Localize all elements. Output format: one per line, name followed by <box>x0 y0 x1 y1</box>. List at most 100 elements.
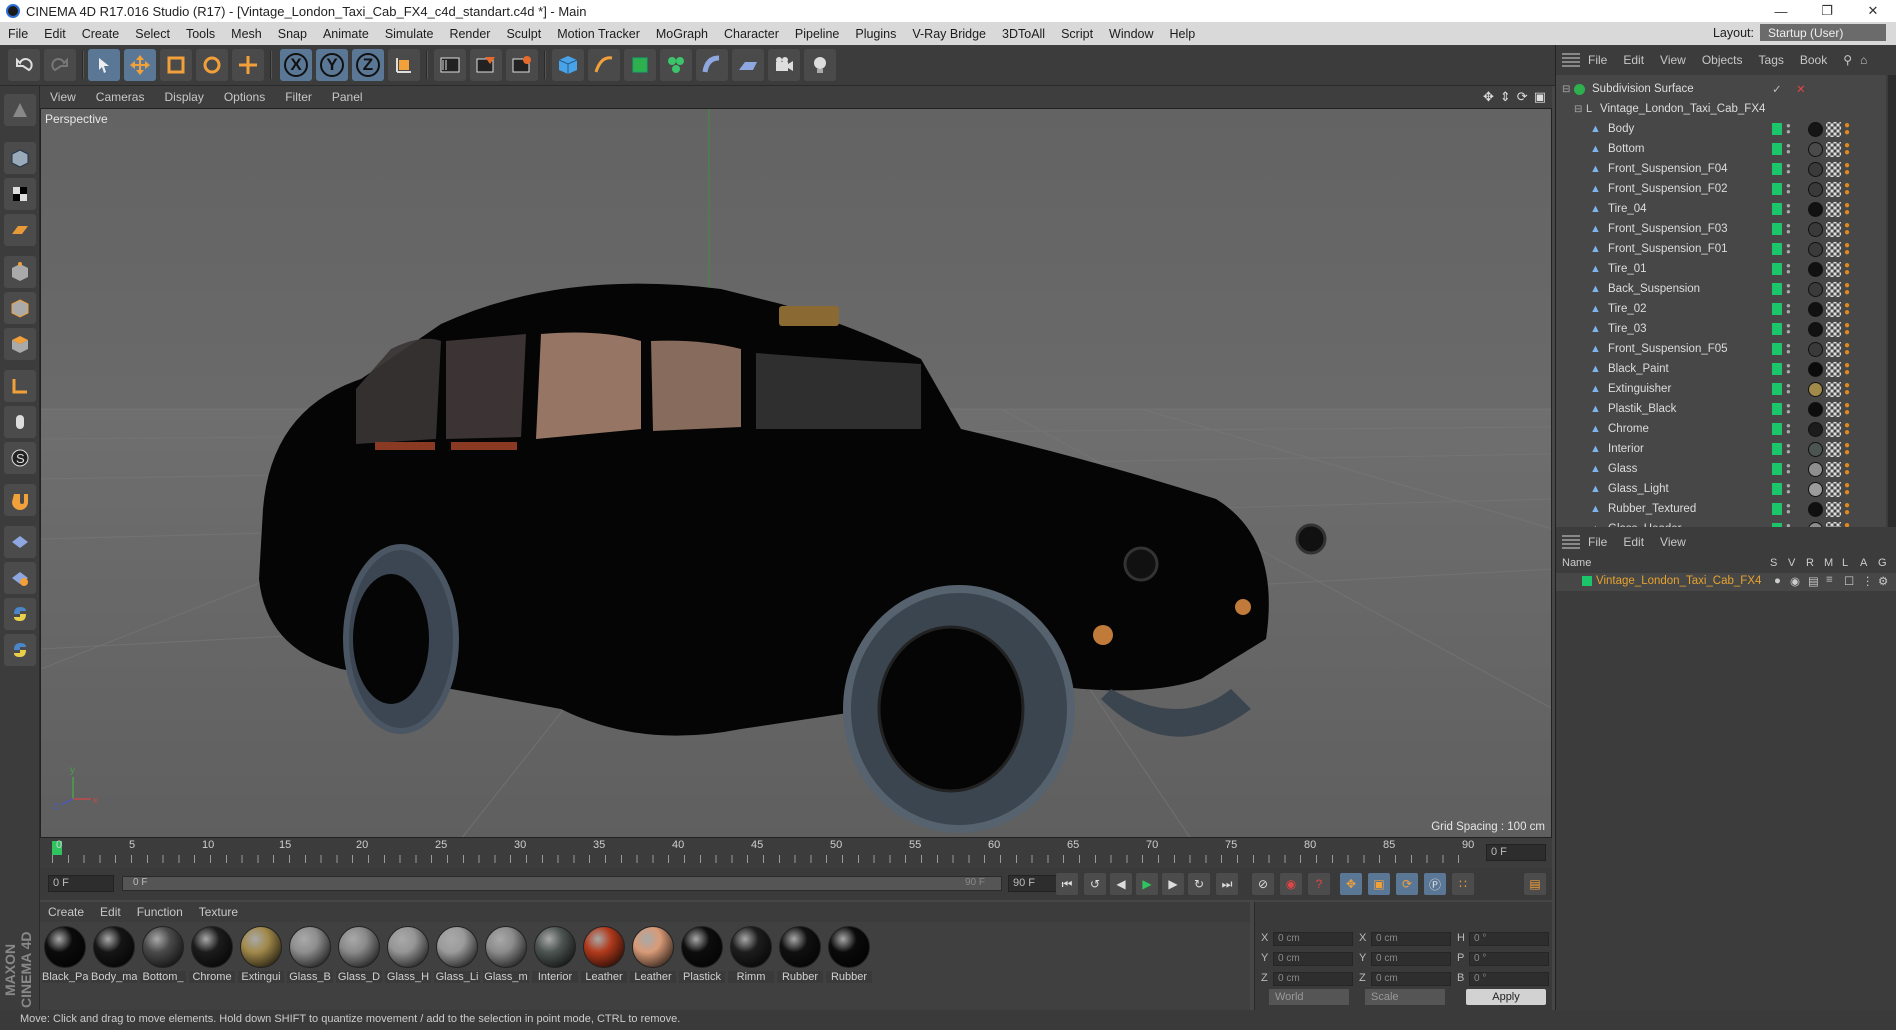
visibility-dots-icon[interactable]: ●● <box>1786 342 1791 356</box>
render-icon[interactable]: ▤ <box>1808 574 1819 588</box>
edges-mode-icon[interactable] <box>4 292 36 324</box>
object-row-subdivision-surface[interactable]: ⊟ Subdivision Surface ✓ ✕ <box>1556 79 1886 99</box>
visibility-dots-icon[interactable]: ●● <box>1786 362 1791 376</box>
home-icon[interactable]: ⌂ <box>1860 53 1867 67</box>
material-item[interactable]: Plastick <box>679 926 725 984</box>
object-row[interactable]: ▲ Front_Suspension_F04 ● ● ● ● <box>1556 159 1886 179</box>
generator-icon[interactable]: ⚙ <box>1878 574 1888 588</box>
material-item[interactable]: Rimm <box>728 926 774 984</box>
deformer-icon[interactable] <box>696 49 728 81</box>
close-icon[interactable]: ✕ <box>1850 0 1896 22</box>
material-item[interactable]: Rubber <box>826 926 872 984</box>
uvw-tag-icon[interactable] <box>1826 381 1841 397</box>
floor-icon[interactable] <box>732 49 764 81</box>
uvw-tag-icon[interactable] <box>1826 121 1841 137</box>
search-icon[interactable]: ⚲ <box>1843 53 1852 67</box>
uvw-tag-icon[interactable] <box>1826 461 1841 477</box>
python-script-icon[interactable] <box>4 634 36 666</box>
phong-tag-icon[interactable]: ●● <box>1844 481 1856 498</box>
x-axis-lock-button[interactable]: X <box>280 49 312 81</box>
object-row[interactable]: ▲ Interior ● ● ● ● <box>1556 439 1886 459</box>
uvw-tag-icon[interactable] <box>1826 501 1841 517</box>
visibility-dots-icon[interactable]: ●● <box>1786 242 1791 256</box>
phong-tag-icon[interactable]: ●● <box>1844 181 1856 198</box>
axis-mode-icon[interactable] <box>4 370 36 402</box>
material-menu-texture[interactable]: Texture <box>191 905 246 919</box>
material-tag-icon[interactable] <box>1808 121 1823 137</box>
lm-menu-view[interactable]: View <box>1652 535 1694 549</box>
menu-sculpt[interactable]: Sculpt <box>498 27 549 41</box>
rotation-p-field[interactable]: 0 ° <box>1469 952 1549 966</box>
size-y-field[interactable]: 0 cm <box>1371 952 1451 966</box>
object-row[interactable]: ▲ Body ● ● ● ● <box>1556 119 1886 139</box>
uvw-tag-icon[interactable] <box>1826 481 1841 497</box>
texture-mode-icon[interactable] <box>4 178 36 210</box>
menu-3dtoall[interactable]: 3DToAll <box>994 27 1053 41</box>
object-row[interactable]: ▲ Plastik_Black ● ● ● ● <box>1556 399 1886 419</box>
phong-tag-icon[interactable]: ●● <box>1844 441 1856 458</box>
uvw-tag-icon[interactable] <box>1826 361 1841 377</box>
material-tag-icon[interactable] <box>1808 361 1823 377</box>
visibility-dots-icon[interactable]: ●● <box>1786 202 1791 216</box>
object-row[interactable]: ▲ Tire_01 ● ● ● ● <box>1556 259 1886 279</box>
material-tag-icon[interactable] <box>1808 341 1823 357</box>
material-item[interactable]: Glass_H <box>385 926 431 984</box>
visibility-dots-icon[interactable]: ●● <box>1786 302 1791 316</box>
restore-icon[interactable]: ❐ <box>1804 0 1850 22</box>
undo-icon[interactable] <box>8 49 40 81</box>
material-tag-icon[interactable] <box>1808 381 1823 397</box>
snap-icon[interactable]: S <box>4 442 36 474</box>
uvw-tag-icon[interactable] <box>1826 401 1841 417</box>
material-item[interactable]: Glass_m <box>483 926 529 984</box>
collapse-icon[interactable]: ⊟ <box>1574 104 1582 115</box>
uvw-tag-icon[interactable] <box>1826 261 1841 277</box>
next-key-icon[interactable]: ↻ <box>1188 873 1210 895</box>
visibility-dots-icon[interactable]: ●● <box>1786 322 1791 336</box>
rotate-tool-icon[interactable] <box>196 49 228 81</box>
material-item[interactable]: Leather <box>630 926 676 984</box>
menu-select[interactable]: Select <box>127 27 178 41</box>
uvw-tag-icon[interactable] <box>1826 421 1841 437</box>
timeline-ruler[interactable]: 0 5 10 15 20 25 30 35 40 45 50 55 60 65 … <box>40 838 1552 868</box>
spline-pen-icon[interactable] <box>588 49 620 81</box>
uvw-tag-icon[interactable] <box>1826 221 1841 237</box>
viewport-menu-cameras[interactable]: Cameras <box>86 90 155 104</box>
visibility-dots-icon[interactable]: ●● <box>1786 402 1791 416</box>
material-item[interactable]: Glass_B <box>287 926 333 984</box>
lock-icon[interactable]: ☐ <box>1844 574 1854 588</box>
layer-row[interactable]: Vintage_London_Taxi_Cab_FX4 ● ◉ ▤ ≡ ☐ ⋮ … <box>1556 573 1896 591</box>
apply-button[interactable]: Apply <box>1466 989 1546 1005</box>
render-picture-viewer-icon[interactable] <box>470 49 502 81</box>
object-row[interactable]: ▲ Rubber_Textured ● ● ● ● <box>1556 499 1886 519</box>
object-row[interactable]: ▲ Front_Suspension_F05 ● ● ● ● <box>1556 339 1886 359</box>
go-to-start-icon[interactable]: ⏮ <box>1056 873 1078 895</box>
phong-tag-icon[interactable]: ●● <box>1844 381 1856 398</box>
move-tool-icon[interactable] <box>124 49 156 81</box>
phong-tag-icon[interactable]: ●● <box>1844 421 1856 438</box>
polygons-mode-icon[interactable] <box>4 328 36 360</box>
previous-frame-icon[interactable]: ◀ <box>1110 873 1132 895</box>
material-item[interactable]: Glass_Li <box>434 926 480 984</box>
parameter-key-icon[interactable]: Ⓟ <box>1424 873 1446 895</box>
keyframe-selection-icon[interactable]: ? <box>1308 873 1330 895</box>
phong-tag-icon[interactable]: ●● <box>1844 321 1856 338</box>
material-tag-icon[interactable] <box>1808 161 1823 177</box>
object-row[interactable]: ▲ Front_Suspension_F01 ● ● ● ● <box>1556 239 1886 259</box>
menu-file[interactable]: File <box>0 27 36 41</box>
material-item[interactable]: Body_ma <box>91 926 137 984</box>
redo-icon[interactable] <box>44 49 76 81</box>
collapse-icon[interactable]: ⊟ <box>1562 84 1570 95</box>
menu-tools[interactable]: Tools <box>178 27 223 41</box>
om-menu-objects[interactable]: Objects <box>1694 53 1751 67</box>
object-row[interactable]: ▲ Front_Suspension_F03 ● ● ● ● <box>1556 219 1886 239</box>
object-row-group[interactable]: ⊟ L Vintage_London_Taxi_Cab_FX4 <box>1556 99 1886 119</box>
object-row[interactable]: ▲ Glass_Header ●● ●● <box>1556 519 1886 527</box>
material-tag-icon[interactable] <box>1808 461 1823 477</box>
visibility-dots-icon[interactable]: ●● <box>1786 502 1791 516</box>
phong-tag-icon[interactable]: ●● <box>1844 461 1856 478</box>
viewport-menu-panel[interactable]: Panel <box>322 90 373 104</box>
visibility-dots-icon[interactable]: ●● <box>1786 382 1791 396</box>
render-settings-icon[interactable] <box>506 49 538 81</box>
timeline-window-icon[interactable]: ▤ <box>1524 873 1546 895</box>
menu-edit[interactable]: Edit <box>36 27 74 41</box>
